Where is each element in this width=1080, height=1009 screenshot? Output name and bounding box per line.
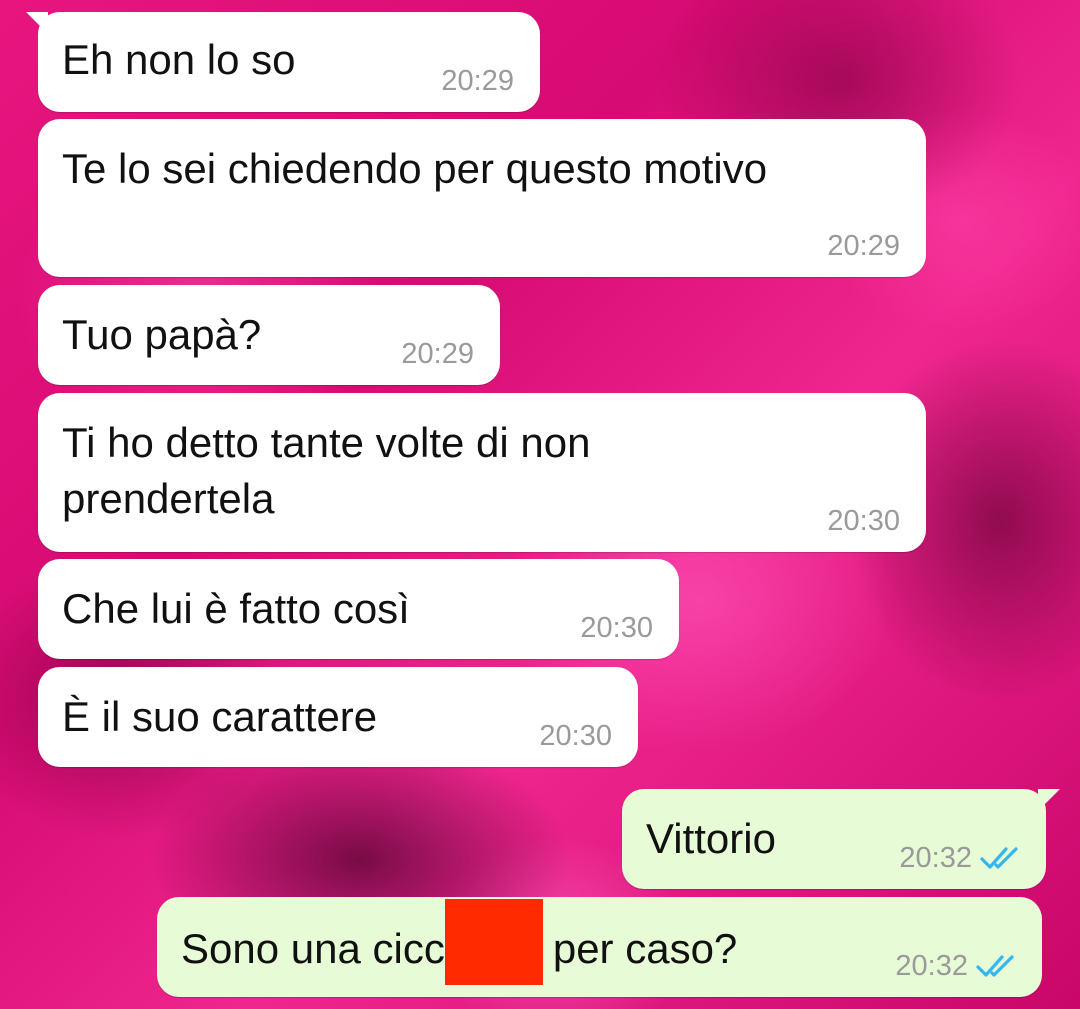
message-time: 20:32: [895, 950, 968, 982]
message-text: È il suo carattere: [62, 693, 378, 740]
message-bubble[interactable]: Vittorio 20:32: [622, 789, 1060, 889]
message-bubble[interactable]: È il suo carattere 20:30: [38, 667, 638, 767]
redaction-block: [444, 899, 543, 985]
double-check-icon: [980, 847, 1018, 869]
message-text: Te lo sei chiedendo per questo motivo: [62, 145, 768, 192]
message-text: Ti ho detto tante volte di non prenderte…: [62, 419, 591, 522]
message-time: 20:29: [441, 65, 514, 97]
double-check-icon: [976, 955, 1014, 977]
bubble-tail: [26, 12, 48, 34]
message-time: 20:29: [827, 230, 900, 262]
message-time: 20:29: [401, 338, 474, 370]
message-bubble[interactable]: Tuo papà? 20:29: [38, 285, 500, 385]
bubble-tail: [1038, 789, 1060, 811]
message-time: 20:32: [899, 842, 972, 874]
message-text-row: Sono una cicc per caso?: [181, 899, 1018, 985]
message-text: Sono una cicc: [181, 925, 445, 973]
message-text: Che lui è fatto così: [62, 585, 410, 632]
message-time: 20:30: [580, 612, 653, 644]
message-time: 20:30: [827, 505, 900, 537]
message-bubble[interactable]: Eh non lo so 20:29: [26, 12, 540, 112]
message-bubble[interactable]: Che lui è fatto così 20:30: [38, 559, 679, 659]
message-text: per caso?: [552, 925, 738, 973]
message-bubble[interactable]: Sono una cicc per caso? 20:32: [157, 897, 1042, 997]
message-bubble[interactable]: Te lo sei chiedendo per questo motivo 20…: [38, 119, 926, 277]
message-bubble[interactable]: Ti ho detto tante volte di non prenderte…: [38, 393, 926, 552]
message-time: 20:30: [539, 720, 612, 752]
